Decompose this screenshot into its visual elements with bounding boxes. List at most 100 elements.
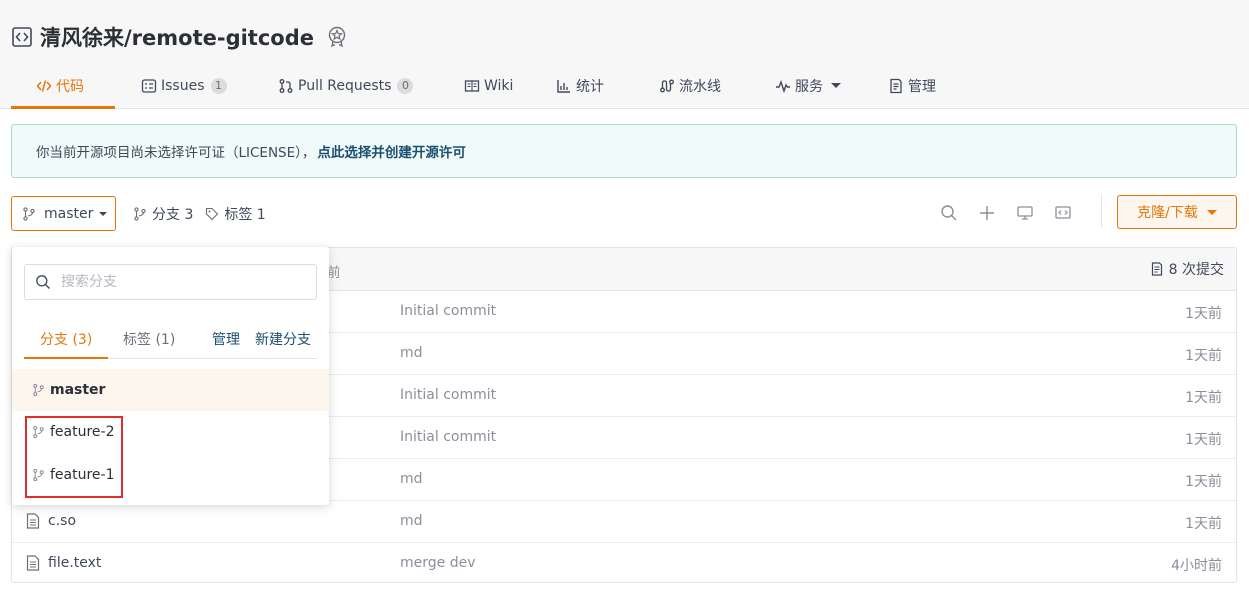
tab-wiki-label: Wiki bbox=[484, 77, 514, 94]
tab-issues-label: Issues bbox=[161, 77, 205, 94]
chevron-down-icon bbox=[99, 211, 108, 216]
repo-title-row: 清风徐来/remote-gitcode bbox=[12, 22, 348, 52]
pull-request-icon bbox=[278, 78, 294, 94]
pipeline-icon bbox=[659, 78, 675, 94]
manage-branches-link[interactable]: 管理 bbox=[212, 329, 240, 349]
commit-time: 1天前 bbox=[1185, 348, 1222, 364]
branch-icon bbox=[133, 206, 147, 221]
file-name[interactable]: c.so bbox=[26, 513, 76, 529]
repo-toolbar bbox=[930, 200, 1082, 226]
commit-message[interactable]: md bbox=[400, 513, 423, 529]
tab-tags[interactable]: 标签 (1) bbox=[123, 329, 175, 349]
branch-item-feature-2[interactable]: feature-2 bbox=[12, 411, 329, 453]
branch-search-input[interactable] bbox=[61, 274, 301, 290]
repo-code-icon bbox=[12, 27, 32, 47]
toolbar-divider bbox=[1101, 194, 1102, 228]
tab-wiki[interactable]: Wiki bbox=[438, 62, 540, 109]
new-branch-link[interactable]: 新建分支 bbox=[255, 329, 311, 349]
license-notice: 你当前开源项目尚未选择许可证（LICENSE）， 点此选择并创建开源许可 bbox=[11, 124, 1237, 178]
clone-download-label: 克隆/下载 bbox=[1137, 205, 1198, 221]
branches-link[interactable]: 分支 3 bbox=[133, 204, 193, 224]
commit-history-icon bbox=[1150, 262, 1164, 276]
commit-time: 1天前 bbox=[1185, 306, 1222, 322]
repo-title[interactable]: 清风徐来/remote-gitcode bbox=[40, 22, 314, 52]
manage-icon bbox=[888, 78, 904, 94]
repo-header: 清风徐来/remote-gitcode 代码 Issues 1 Pull Req… bbox=[0, 0, 1249, 109]
chevron-down-icon bbox=[831, 83, 841, 88]
create-license-link[interactable]: 点此选择并创建开源许可 bbox=[317, 141, 466, 161]
wiki-icon bbox=[464, 78, 480, 94]
tab-pipeline-label: 流水线 bbox=[679, 78, 721, 95]
branch-name: master bbox=[50, 382, 106, 398]
search-icon bbox=[35, 274, 51, 290]
commit-count-label: 8 次提交 bbox=[1168, 262, 1224, 278]
commit-time: 1天前 bbox=[1185, 474, 1222, 490]
commit-message[interactable]: Initial commit bbox=[400, 303, 496, 319]
commit-message[interactable]: merge dev bbox=[400, 555, 476, 571]
recommend-badge-icon[interactable] bbox=[326, 26, 348, 48]
branch-icon bbox=[32, 468, 45, 482]
issues-count-badge: 1 bbox=[210, 77, 227, 94]
tab-stats-label: 统计 bbox=[576, 78, 604, 95]
tab-service-label: 服务 bbox=[795, 78, 823, 95]
branch-name: feature-2 bbox=[50, 424, 115, 440]
tab-code[interactable]: 代码 bbox=[11, 62, 115, 109]
repo-nav-tabs: 代码 Issues 1 Pull Requests 0 Wiki 统计 流水线 … bbox=[11, 62, 978, 109]
table-row[interactable]: file.text merge dev 4小时前 bbox=[12, 543, 1236, 585]
branch-search-box bbox=[24, 264, 317, 300]
commit-message[interactable]: Initial commit bbox=[400, 387, 496, 403]
license-notice-text: 你当前开源项目尚未选择许可证（LICENSE）， bbox=[36, 145, 316, 161]
pull-requests-count-badge: 0 bbox=[397, 77, 414, 94]
last-commit-time: 前 bbox=[327, 265, 341, 281]
stats-icon bbox=[556, 78, 572, 94]
tags-link[interactable]: 标签 1 bbox=[205, 204, 266, 224]
commit-time: 1天前 bbox=[1185, 516, 1222, 532]
service-icon bbox=[775, 78, 791, 94]
tab-service[interactable]: 服务 bbox=[762, 62, 888, 109]
tab-issues[interactable]: Issues 1 bbox=[115, 62, 252, 109]
tab-manage[interactable]: 管理 bbox=[888, 62, 978, 109]
tab-branches[interactable]: 分支 (3) bbox=[40, 329, 92, 349]
file-icon bbox=[26, 555, 40, 571]
tab-pipeline[interactable]: 流水线 bbox=[643, 62, 762, 109]
file-name[interactable]: file.text bbox=[26, 555, 101, 571]
commit-time: 1天前 bbox=[1185, 432, 1222, 448]
commit-message[interactable]: md bbox=[400, 471, 423, 487]
commit-message[interactable]: md bbox=[400, 345, 423, 361]
branch-item-master[interactable]: master bbox=[12, 369, 329, 411]
web-ide-icon[interactable] bbox=[1006, 200, 1044, 226]
active-tab-indicator bbox=[24, 357, 108, 359]
commit-time: 1天前 bbox=[1185, 390, 1222, 406]
chevron-down-icon bbox=[1206, 209, 1217, 215]
code-review-icon[interactable] bbox=[1044, 200, 1082, 226]
branch-dropdown-tabs: 分支 (3) 标签 (1) 管理 新建分支 bbox=[24, 323, 317, 359]
add-file-icon[interactable] bbox=[968, 200, 1006, 226]
branch-name: feature-1 bbox=[50, 467, 115, 483]
branch-icon bbox=[22, 206, 36, 221]
tab-pull-requests[interactable]: Pull Requests 0 bbox=[252, 62, 438, 109]
code-icon bbox=[36, 78, 52, 94]
branch-tag-summary: 分支 3 标签 1 bbox=[133, 196, 278, 231]
tags-count-label: 标签 1 bbox=[224, 206, 266, 223]
tab-stats[interactable]: 统计 bbox=[540, 62, 643, 109]
file-name-label: file.text bbox=[48, 555, 102, 571]
branch-icon bbox=[32, 425, 45, 439]
branch-item-feature-1[interactable]: feature-1 bbox=[12, 454, 329, 496]
file-name-label: c.so bbox=[48, 513, 77, 529]
current-branch-label: master bbox=[44, 205, 94, 222]
branch-icon bbox=[32, 383, 45, 397]
search-icon[interactable] bbox=[930, 200, 968, 226]
branch-select-button[interactable]: master bbox=[11, 196, 116, 231]
clone-download-button[interactable]: 克隆/下载 bbox=[1117, 195, 1237, 229]
commit-time: 4小时前 bbox=[1171, 558, 1222, 574]
commit-count-link[interactable]: 8 次提交 bbox=[1150, 259, 1224, 279]
branches-count-label: 分支 3 bbox=[152, 206, 194, 223]
tab-manage-label: 管理 bbox=[908, 78, 936, 95]
file-icon bbox=[26, 513, 40, 529]
table-row[interactable]: c.so md 1天前 bbox=[12, 501, 1236, 543]
tab-code-label: 代码 bbox=[56, 78, 84, 95]
commit-message[interactable]: Initial commit bbox=[400, 429, 496, 445]
tag-icon bbox=[205, 207, 219, 221]
branch-dropdown: 分支 (3) 标签 (1) 管理 新建分支 master feature-2 f… bbox=[12, 247, 329, 505]
issues-icon bbox=[141, 78, 157, 94]
